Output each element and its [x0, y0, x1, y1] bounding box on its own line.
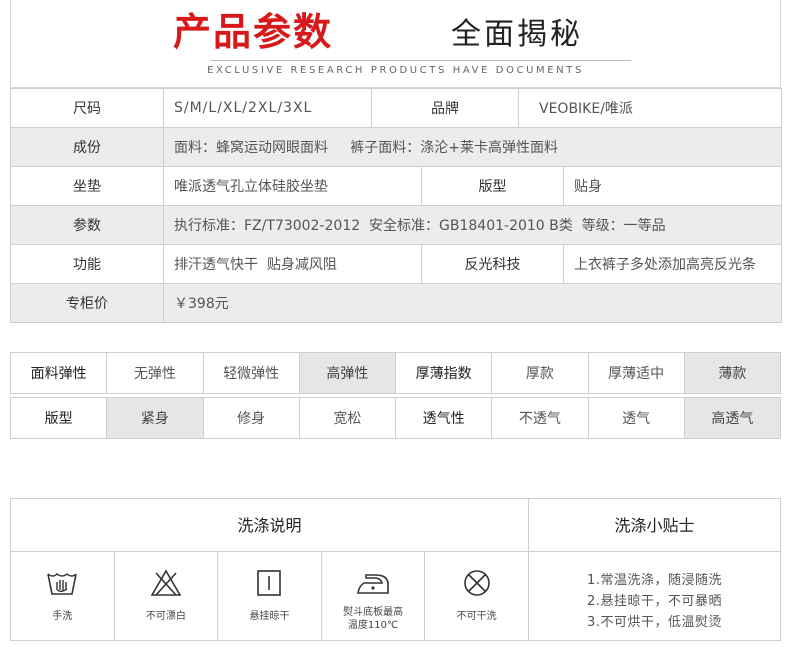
price-value: ￥398元	[162, 283, 783, 323]
wash-tips-title: 洗涤小贴士	[529, 499, 780, 552]
option-high-breathable: 高透气	[683, 397, 782, 439]
spec-row-material: 成份 面料：蜂窝运动网眼面料 裤子面料：涤沦+莱卡高弹性面料	[10, 127, 783, 167]
size-label: 尺码	[10, 88, 164, 128]
option-medium: 厚薄适中	[587, 352, 685, 394]
function-value: 排汗透气快干 贴身减风阻	[163, 244, 422, 284]
hand-wash-icon	[47, 573, 78, 595]
pad-value: 唯派透气孔立体硅胶坐垫	[163, 166, 422, 206]
wash-item-iron: 熨斗底板最高 温度110℃	[322, 552, 426, 640]
iron-label-line1: 熨斗底板最高	[343, 607, 404, 618]
wash-title: 洗涤说明	[11, 499, 529, 552]
price-label: 专柜价	[10, 283, 164, 323]
hand-wash-label: 手洗	[52, 611, 73, 622]
iron-label: 熨斗底板最高 温度110℃	[322, 606, 425, 632]
title-black: 全面揭秘	[451, 17, 583, 52]
thickness-label: 厚薄指数	[394, 352, 493, 394]
attribute-row-elasticity: 面料弹性 无弹性 轻微弹性 高弹性 厚薄指数 厚款 厚薄适中 薄款	[9, 352, 782, 394]
attribute-grid: 面料弹性 无弹性 轻微弹性 高弹性 厚薄指数 厚款 厚薄适中 薄款	[9, 352, 782, 394]
attribute-grid-2: 版型 紧身 修身 宽松 透气性 不透气 透气 高透气	[9, 397, 782, 439]
spec-row-size: 尺码 S/M/L/XL/2XL/3XL 品牌 VEOBIKE/唯派	[10, 88, 783, 128]
spec-table: 尺码 S/M/L/XL/2XL/3XL 品牌 VEOBIKE/唯派 成份 面料：…	[10, 88, 783, 323]
fit-label: 版型	[421, 166, 564, 206]
wash-item-no-dry-clean: 不可干洗	[425, 552, 529, 640]
pad-label: 坐垫	[10, 166, 164, 206]
spec-row-function: 功能 排汗透气快干 贴身减风阻 反光科技 上衣裤子多处添加高亮反光条	[10, 244, 783, 284]
wash-icons: 手洗 不可漂白 悬挂晾干 熨斗底板最高 温度110℃ 不可干洗	[11, 552, 529, 640]
no-bleach-icon	[150, 569, 182, 596]
function-label: 功能	[10, 244, 164, 284]
no-dry-clean-icon	[463, 570, 490, 596]
attribute-row-fit: 版型 紧身 修身 宽松 透气性 不透气 透气 高透气	[9, 397, 782, 439]
reflect-value: 上衣裤子多处添加高亮反光条	[562, 244, 783, 284]
option-slim: 修身	[202, 397, 300, 439]
hang-dry-icon	[257, 570, 282, 596]
option-tight: 紧身	[106, 397, 204, 439]
brand-value: VEOBIKE/唯派	[517, 88, 783, 128]
fit-type-label: 版型	[9, 397, 108, 439]
spec-row-price: 专柜价 ￥398元	[10, 283, 783, 323]
wash-item-hand: 手洗	[11, 552, 115, 640]
wash-tip-3: 3.不可烘干，低温熨烫	[587, 615, 722, 630]
params-label: 参数	[10, 205, 164, 245]
fit-value: 贴身	[562, 166, 783, 206]
header-banner: 产品参数 全面揭秘 EXCLUSIVE RESEARCH PRODUCTS HA…	[10, 0, 781, 88]
option-thick: 厚款	[491, 352, 589, 394]
option-thin: 薄款	[683, 352, 782, 394]
wash-tips: 1.常温洗涤，随浸随洗 2.悬挂晾干，不可暴晒 3.不可烘干，低温熨烫	[529, 552, 780, 640]
wash-section: 洗涤说明 洗涤小贴士 手洗 不可漂白 悬挂晾干 熨斗底板最高 温度110℃ 不可…	[10, 498, 781, 641]
option-breathable: 透气	[587, 397, 685, 439]
title-red: 产品参数	[173, 10, 334, 54]
subtitle-en: EXCLUSIVE RESEARCH PRODUCTS HAVE DOCUMEN…	[207, 65, 584, 76]
wash-tip-1: 1.常温洗涤，随浸随洗	[587, 573, 722, 588]
elasticity-label: 面料弹性	[9, 352, 108, 394]
option-high-elastic: 高弹性	[298, 352, 397, 394]
params-value: 执行标准：FZ/T73002-2012 安全标准：GB18401-2010 B类…	[162, 205, 783, 245]
spec-row-params: 参数 执行标准：FZ/T73002-2012 安全标准：GB18401-2010…	[10, 205, 783, 245]
iron-label-line2: 温度110℃	[347, 620, 399, 631]
material-value: 面料：蜂窝运动网眼面料 裤子面料：涤沦+莱卡高弹性面料	[162, 127, 783, 167]
no-bleach-label: 不可漂白	[145, 611, 186, 622]
no-dry-clean-label: 不可干洗	[456, 611, 497, 622]
size-value: S/M/L/XL/2XL/3XL	[163, 88, 372, 128]
wash-tip-2: 2.悬挂晾干，不可暴晒	[587, 594, 722, 609]
wash-item-no-bleach: 不可漂白	[115, 552, 219, 640]
option-slight-elastic: 轻微弹性	[202, 352, 300, 394]
wash-item-hang-dry: 悬挂晾干	[218, 552, 322, 640]
spec-row-pad: 坐垫 唯派透气孔立体硅胶坐垫 版型 贴身	[10, 166, 783, 206]
hang-dry-label: 悬挂晾干	[249, 611, 290, 622]
material-label: 成份	[10, 127, 164, 167]
brand-label: 品牌	[371, 88, 519, 128]
iron-icon	[357, 574, 389, 594]
reflect-label: 反光科技	[421, 244, 564, 284]
option-not-breathable: 不透气	[491, 397, 589, 439]
breathability-label: 透气性	[394, 397, 493, 439]
option-loose: 宽松	[298, 397, 397, 439]
option-no-elastic: 无弹性	[106, 352, 204, 394]
title-divider	[211, 60, 631, 61]
